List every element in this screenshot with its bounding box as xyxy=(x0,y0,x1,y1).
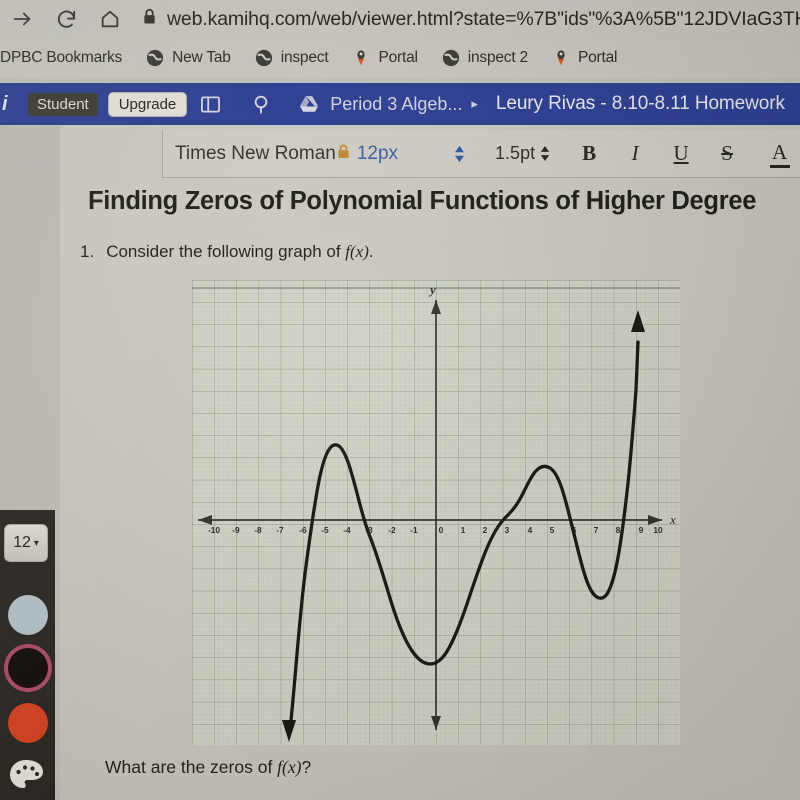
svg-text:-6: -6 xyxy=(299,525,307,535)
bookmark-portal-1[interactable]: Portal xyxy=(340,43,429,73)
home-icon[interactable] xyxy=(88,0,132,38)
document-title: Leury Rivas - 8.10-8.11 Homework xyxy=(495,93,785,114)
bookmark-label: DPBC Bookmarks xyxy=(0,49,123,66)
kami-logo[interactable]: i xyxy=(0,93,20,116)
bookmark-label: inspect 2 xyxy=(467,49,528,66)
question-1: 1. Consider the following graph of f(x). xyxy=(80,242,374,262)
forward-icon[interactable] xyxy=(0,0,44,38)
question-1-text-after: . xyxy=(368,242,374,261)
bold-button[interactable]: B xyxy=(566,141,612,166)
font-size-select[interactable]: 12px xyxy=(357,143,398,165)
y-axis-label: y xyxy=(428,282,436,297)
split-view-icon[interactable] xyxy=(191,83,229,125)
text-color-label: A xyxy=(769,140,790,168)
svg-text:-5: -5 xyxy=(321,525,329,535)
lock-icon xyxy=(142,8,157,30)
bookmark-inspect[interactable]: inspect xyxy=(243,43,341,73)
pen-size-selector[interactable]: 12 ▾ xyxy=(4,524,48,562)
search-icon[interactable] xyxy=(243,83,281,125)
page-title: Finding Zeros of Polynomial Functions of… xyxy=(88,187,757,215)
svg-text:5: 5 xyxy=(550,525,555,535)
svg-text:-8: -8 xyxy=(254,525,262,535)
x-axis-label: x xyxy=(669,512,676,527)
text-color-button[interactable]: A xyxy=(750,140,796,168)
svg-text:7: 7 xyxy=(594,525,599,535)
kami-app-bar: i Student Upgrade Period 3 Algeb... ▸ Le… xyxy=(0,83,800,125)
question-1-number: 1. xyxy=(80,242,95,261)
svg-text:10: 10 xyxy=(653,525,663,535)
question-2-math: f(x) xyxy=(277,757,302,777)
svg-text:9: 9 xyxy=(639,525,644,535)
student-badge: Student xyxy=(28,92,98,116)
bookmark-label: New Tab xyxy=(172,49,231,66)
google-drive-icon xyxy=(297,83,321,125)
globe-icon xyxy=(255,49,273,67)
chevron-right-icon[interactable]: ▸ xyxy=(471,96,478,112)
bookmark-dpbc-bookmarks[interactable]: DPBC Bookmarks xyxy=(0,43,134,73)
rocket-icon xyxy=(552,49,570,67)
question-1-math: f(x) xyxy=(345,242,369,261)
breadcrumb: Period 3 Algeb... ▸ xyxy=(287,83,478,125)
color-swatch-light-blue[interactable] xyxy=(8,595,48,635)
svg-text:3: 3 xyxy=(505,525,510,535)
svg-text:-4: -4 xyxy=(343,525,351,535)
pen-size-value: 12 xyxy=(13,534,31,551)
svg-text:0: 0 xyxy=(439,525,444,535)
bookmarks-bar: DPBC Bookmarks New Tab inspect Portal in… xyxy=(0,38,800,78)
rocket-icon xyxy=(352,49,370,67)
bookmark-label: inspect xyxy=(280,49,329,66)
bookmark-inspect-2[interactable]: inspect 2 xyxy=(430,43,540,73)
chevron-down-icon: ▾ xyxy=(33,537,39,549)
color-palette-icon[interactable] xyxy=(8,758,46,792)
font-size-stepper[interactable] xyxy=(454,145,465,163)
reload-icon[interactable] xyxy=(44,0,88,38)
svg-text:2: 2 xyxy=(483,525,488,535)
bookmark-label: Portal xyxy=(577,49,618,66)
svg-text:-1: -1 xyxy=(410,525,418,535)
svg-text:-10: -10 xyxy=(208,525,220,535)
polynomial-graph: x y -10 -9 -8 -7 -6 -5 -4 -3 -2 -1 0 1 2… xyxy=(192,280,680,745)
lock-icon xyxy=(337,144,350,164)
annotation-tool-sidebar: 12 ▾ xyxy=(0,510,55,800)
svg-text:-9: -9 xyxy=(232,525,240,535)
address-bar[interactable]: web.kamihq.com/web/viewer.html?state=%7B… xyxy=(132,0,800,38)
svg-text:1: 1 xyxy=(461,525,466,535)
bookmark-new-tab[interactable]: New Tab xyxy=(134,43,243,73)
question-1-text-before: Consider the following graph of xyxy=(106,242,346,261)
line-thickness-select[interactable]: 1.5pt xyxy=(495,143,535,164)
strikethrough-button[interactable]: S xyxy=(704,141,750,166)
viewer-page-area: Times New Roman 12px 1.5pt B I U S A Fin… xyxy=(0,125,800,800)
text-format-toolbar: Times New Roman 12px 1.5pt B I U S A xyxy=(162,130,800,178)
question-2: What are the zeros of f(x)? xyxy=(105,757,311,778)
graph-svg: x y -10 -9 -8 -7 -6 -5 -4 -3 -2 -1 0 1 2… xyxy=(192,280,680,745)
underline-button[interactable]: U xyxy=(658,141,704,166)
bookmark-portal-2[interactable]: Portal xyxy=(540,43,629,73)
svg-text:-2: -2 xyxy=(388,525,396,535)
question-2-text-after: ? xyxy=(301,757,312,777)
globe-icon xyxy=(442,49,460,67)
upgrade-button[interactable]: Upgrade xyxy=(107,91,188,117)
color-swatch-red-orange[interactable] xyxy=(8,703,48,743)
browser-toolbar: web.kamihq.com/web/viewer.html?state=%7B… xyxy=(0,0,800,38)
bookmark-label: Portal xyxy=(378,49,418,66)
question-2-text-before: What are the zeros of xyxy=(105,757,278,777)
font-family-select[interactable]: Times New Roman xyxy=(163,143,336,165)
breadcrumb-folder[interactable]: Period 3 Algeb... xyxy=(330,94,462,115)
svg-text:4: 4 xyxy=(528,525,533,535)
line-thickness-stepper[interactable] xyxy=(540,145,550,162)
screenshot-root: web.kamihq.com/web/viewer.html?state=%7B… xyxy=(0,0,800,800)
globe-icon xyxy=(146,49,164,67)
color-swatch-black-selected[interactable] xyxy=(8,648,48,688)
url-text: web.kamihq.com/web/viewer.html?state=%7B… xyxy=(167,7,800,30)
svg-text:-7: -7 xyxy=(276,525,284,535)
svg-text:8: 8 xyxy=(616,525,621,535)
italic-button[interactable]: I xyxy=(612,141,658,166)
